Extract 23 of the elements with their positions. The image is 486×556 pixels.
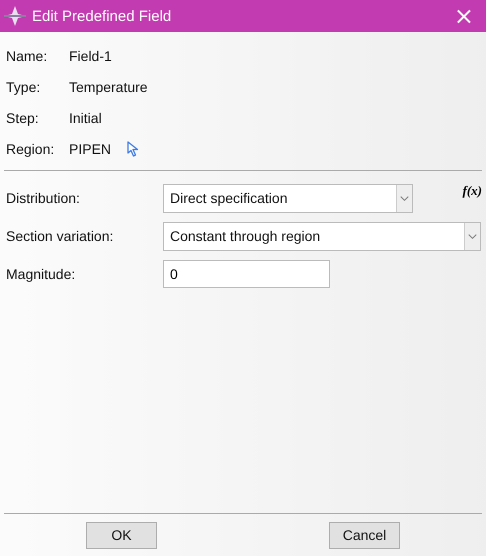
caret-icon[interactable] xyxy=(396,184,412,212)
field-value: Field-1 xyxy=(69,48,112,64)
field-label: Region: xyxy=(6,140,56,156)
field-label: Name: xyxy=(6,48,48,64)
caret-icon[interactable] xyxy=(464,222,480,250)
cursor-arrow-icon[interactable] xyxy=(127,140,140,156)
app-icon xyxy=(4,6,26,26)
input-field[interactable]: 0 xyxy=(163,260,330,288)
field-label: Section variation: xyxy=(6,228,114,244)
dropdown[interactable]: Direct specification xyxy=(163,184,413,212)
field-label: Type: xyxy=(6,78,42,94)
field-value: Temperature xyxy=(69,78,148,94)
ok-button[interactable]: OK xyxy=(86,522,157,548)
close-button[interactable]: × xyxy=(448,4,480,28)
field-value: PIPEN xyxy=(69,140,112,156)
field-label: Step: xyxy=(6,110,40,126)
field-label: Magnitude: xyxy=(6,266,76,282)
cancel-button[interactable]: Cancel xyxy=(329,522,400,548)
field-label: Distribution: xyxy=(6,190,81,206)
window-title: Edit Predefined Field xyxy=(32,8,172,24)
dropdown[interactable]: Constant through region xyxy=(163,222,481,250)
field-value: Initial xyxy=(69,110,102,126)
function-button[interactable]: f(x) xyxy=(462,183,483,199)
